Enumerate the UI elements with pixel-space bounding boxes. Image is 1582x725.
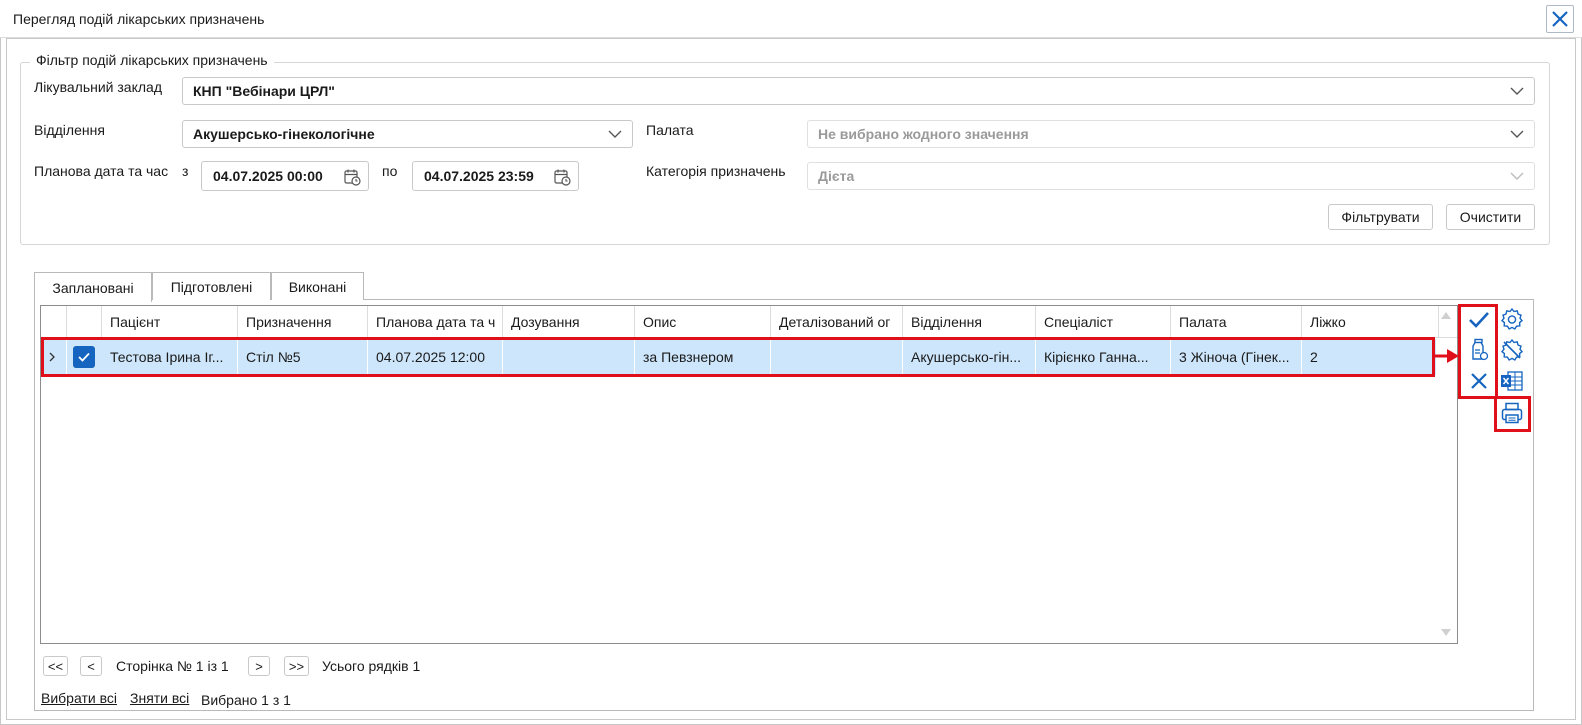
tab-completed[interactable]: Виконані (271, 272, 364, 300)
row-highlight (41, 337, 1435, 377)
ward-value: Не вибрано жодного значення (818, 126, 1029, 142)
scroll-up-icon[interactable] (1440, 310, 1452, 320)
gear-remove-icon (1501, 338, 1523, 361)
department-combo[interactable]: Акушерсько-гінекологічне (182, 120, 633, 148)
column-header[interactable]: Палата (1171, 306, 1302, 338)
date-label: Планова дата та час (34, 163, 169, 179)
column-header[interactable]: Планова дата та ч (368, 306, 503, 338)
to-label: по (382, 163, 398, 179)
category-combo[interactable]: Дієта (807, 162, 1535, 190)
prev-page-button[interactable]: < (80, 656, 102, 676)
grid-header: Пацієнт Призначення Планова дата та ч До… (41, 306, 1457, 338)
column-header[interactable]: Призначення (238, 306, 368, 338)
check-icon (1469, 312, 1489, 328)
date-to-field[interactable]: 04.07.2025 23:59 (412, 161, 579, 191)
tab-prepared[interactable]: Підготовлені (152, 272, 271, 300)
facility-combo[interactable]: КНП "Вебінари ЦРЛ" (182, 77, 1535, 105)
date-to-value: 04.07.2025 23:59 (424, 168, 534, 184)
total-rows: Усього рядків 1 (322, 658, 421, 674)
column-header[interactable]: Відділення (903, 306, 1036, 338)
first-page-button[interactable]: << (43, 656, 68, 676)
category-label: Категорія призначень (646, 163, 786, 179)
tab-planned[interactable]: Заплановані (34, 272, 152, 302)
date-from-field[interactable]: 04.07.2025 00:00 (201, 161, 369, 191)
clear-button[interactable]: Очистити (1446, 204, 1535, 230)
chevron-down-icon (608, 130, 622, 138)
header-select (67, 306, 102, 338)
header-expand (41, 306, 67, 338)
ward-combo[interactable]: Не вибрано жодного значення (807, 120, 1535, 148)
prepare-medicine-button[interactable] (1465, 336, 1493, 364)
settings-button[interactable] (1498, 305, 1526, 333)
deselect-all-link[interactable]: Зняти всі (130, 690, 189, 706)
scroll-down-icon[interactable] (1440, 628, 1452, 638)
column-header[interactable]: Пацієнт (102, 306, 238, 338)
gear-icon (1501, 307, 1523, 330)
confirm-button[interactable] (1465, 306, 1493, 334)
next-page-button[interactable]: > (248, 656, 270, 676)
facility-label: Лікувальний заклад (34, 79, 162, 95)
reset-settings-button[interactable] (1498, 336, 1526, 364)
filter-legend: Фільтр подій лікарських призначень (30, 52, 274, 68)
chevron-down-icon (1510, 130, 1524, 138)
medicine-bottle-icon (1472, 338, 1489, 361)
chevron-down-icon (1510, 172, 1524, 180)
cancel-event-button[interactable] (1465, 367, 1493, 395)
printer-icon (1501, 402, 1523, 424)
calendar-clock-icon[interactable] (553, 168, 571, 186)
facility-value: КНП "Вебінари ЦРЛ" (193, 83, 335, 99)
column-header[interactable]: Деталізований ог (771, 306, 903, 338)
cross-icon (1471, 373, 1487, 389)
selected-count: Вибрано 1 з 1 (201, 692, 291, 708)
excel-icon (1501, 371, 1523, 391)
export-excel-button[interactable] (1498, 367, 1526, 395)
from-label: з (182, 163, 189, 179)
department-value: Акушерсько-гінекологічне (193, 126, 375, 142)
close-button[interactable] (1546, 5, 1574, 33)
date-from-value: 04.07.2025 00:00 (213, 168, 323, 184)
column-header[interactable]: Опис (635, 306, 771, 338)
print-button[interactable] (1498, 399, 1526, 427)
department-label: Відділення (34, 122, 105, 138)
chevron-down-icon (1510, 87, 1524, 95)
ward-label: Палата (646, 122, 694, 138)
last-page-button[interactable]: >> (284, 656, 309, 676)
page-indicator: Сторінка № 1 із 1 (116, 658, 229, 674)
column-header[interactable]: Ліжко (1302, 306, 1439, 338)
close-icon (1552, 11, 1568, 27)
column-header[interactable]: Спеціаліст (1036, 306, 1171, 338)
select-all-link[interactable]: Вибрати всі (41, 690, 117, 706)
window-title: Перегляд подій лікарських призначень (13, 11, 265, 27)
column-header[interactable]: Дозування (503, 306, 635, 338)
filter-button[interactable]: Фільтрувати (1328, 204, 1433, 230)
calendar-clock-icon[interactable] (343, 168, 361, 186)
title-bar: Перегляд подій лікарських призначень (0, 0, 1582, 38)
arrow-right-icon (1434, 349, 1459, 363)
category-value: Дієта (818, 168, 855, 184)
